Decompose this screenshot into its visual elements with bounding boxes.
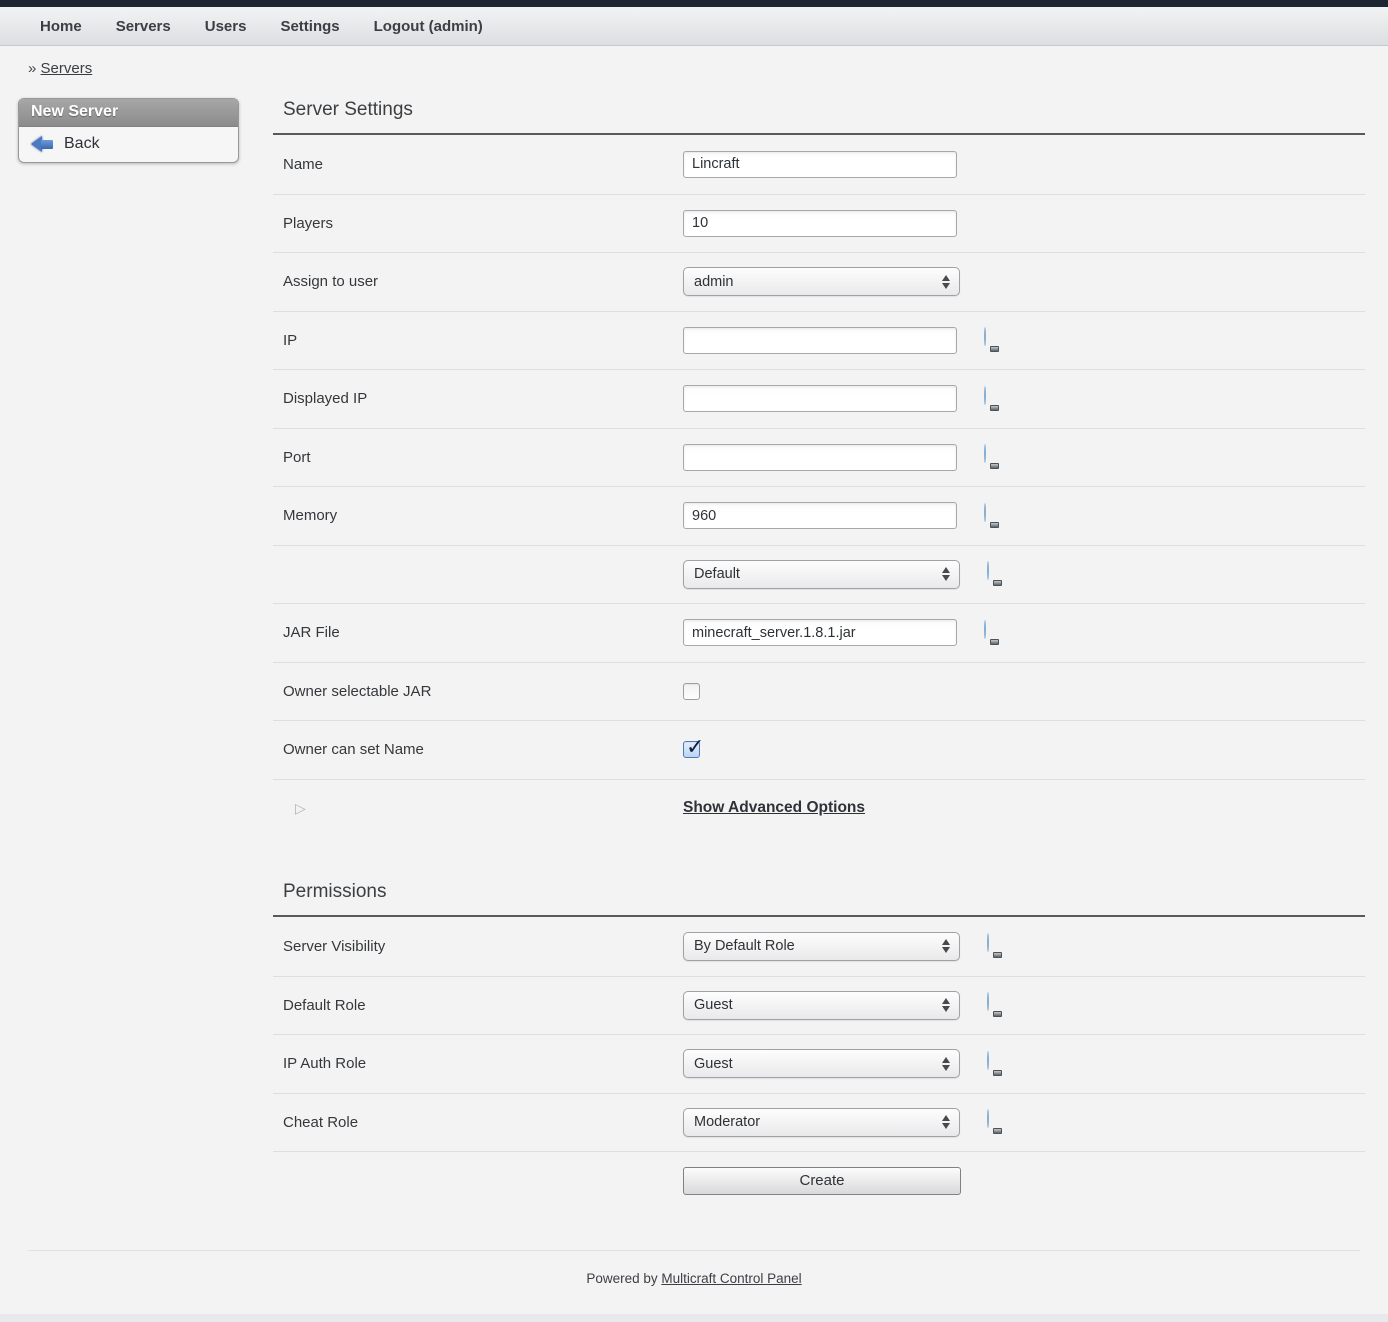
top-strip bbox=[0, 0, 1388, 7]
ip-hint-bulb-icon[interactable] bbox=[984, 328, 1005, 352]
form-row-cheat-role: Cheat Role Moderator bbox=[273, 1093, 1365, 1152]
select-arrows-icon bbox=[942, 1057, 950, 1071]
displayed-ip-input[interactable] bbox=[683, 385, 957, 412]
owner-selectable-jar-checkbox[interactable] bbox=[683, 683, 700, 700]
select-arrows-icon bbox=[942, 939, 950, 953]
form-row-default-select: Default bbox=[273, 545, 1365, 604]
ip-auth-role-select[interactable]: Guest bbox=[683, 1049, 960, 1078]
players-label: Players bbox=[273, 215, 683, 232]
panel-title: New Server bbox=[19, 99, 238, 127]
select-value: admin bbox=[694, 274, 734, 290]
new-server-panel: New Server Back bbox=[18, 98, 239, 163]
server-visibility-hint-bulb-icon[interactable] bbox=[987, 934, 1008, 958]
server-visibility-label: Server Visibility bbox=[273, 938, 683, 955]
port-hint-bulb-icon[interactable] bbox=[984, 445, 1005, 469]
cheat-role-label: Cheat Role bbox=[273, 1114, 683, 1131]
select-arrows-icon bbox=[942, 275, 950, 289]
select-value: Guest bbox=[694, 1056, 733, 1072]
form-row-name: Name bbox=[273, 135, 1365, 194]
server-visibility-select[interactable]: By Default Role bbox=[683, 932, 960, 961]
ip-auth-role-hint-bulb-icon[interactable] bbox=[987, 1052, 1008, 1076]
form-row-owner-selectable-jar: Owner selectable JAR bbox=[273, 662, 1365, 721]
bottom-strip bbox=[0, 1314, 1388, 1322]
default-select[interactable]: Default bbox=[683, 560, 960, 589]
form-row-advanced-options: ▷ Show Advanced Options bbox=[273, 779, 1365, 838]
default-role-hint-bulb-icon[interactable] bbox=[987, 993, 1008, 1017]
nav-item-home[interactable]: Home bbox=[40, 18, 82, 35]
create-button[interactable]: Create bbox=[683, 1167, 961, 1195]
select-value: Guest bbox=[694, 997, 733, 1013]
section-title-server-settings: Server Settings bbox=[273, 83, 1365, 133]
form-row-owner-can-set-name: Owner can set Name bbox=[273, 720, 1365, 779]
back-button[interactable]: Back bbox=[19, 127, 238, 162]
port-label: Port bbox=[273, 449, 683, 466]
footer-text: Powered by bbox=[586, 1271, 657, 1286]
select-arrows-icon bbox=[942, 998, 950, 1012]
port-input[interactable] bbox=[683, 444, 957, 471]
back-label: Back bbox=[64, 135, 100, 153]
disclosure-triangle-icon[interactable]: ▷ bbox=[273, 800, 683, 817]
form-row-ip-auth-role: IP Auth Role Guest bbox=[273, 1034, 1365, 1093]
breadcrumb-link-servers[interactable]: Servers bbox=[41, 60, 93, 77]
select-arrows-icon bbox=[942, 567, 950, 581]
assign-to-user-label: Assign to user bbox=[273, 273, 683, 290]
form-row-assign-to-user: Assign to user admin bbox=[273, 252, 1365, 311]
jar-file-label: JAR File bbox=[273, 624, 683, 641]
default-role-select[interactable]: Guest bbox=[683, 991, 960, 1020]
default-role-label: Default Role bbox=[273, 997, 683, 1014]
form-row-ip: IP bbox=[273, 311, 1365, 370]
breadcrumb: » Servers bbox=[0, 46, 1388, 77]
owner-selectable-jar-label: Owner selectable JAR bbox=[273, 683, 683, 700]
breadcrumb-marker: » bbox=[28, 60, 36, 77]
form-row-port: Port bbox=[273, 428, 1365, 487]
ip-label: IP bbox=[273, 332, 683, 349]
select-value: Moderator bbox=[694, 1114, 760, 1130]
nav-item-servers[interactable]: Servers bbox=[116, 18, 171, 35]
multicraft-link[interactable]: Multicraft Control Panel bbox=[661, 1271, 801, 1286]
displayed-ip-hint-bulb-icon[interactable] bbox=[984, 387, 1005, 411]
form-row-default-role: Default Role Guest bbox=[273, 976, 1365, 1035]
default-hint-bulb-icon[interactable] bbox=[987, 562, 1008, 586]
form-row-jar-file: JAR File bbox=[273, 603, 1365, 662]
form-row-players: Players bbox=[273, 194, 1365, 253]
server-form: Server Settings Name Players Assign to u… bbox=[273, 83, 1365, 1210]
memory-hint-bulb-icon[interactable] bbox=[984, 504, 1005, 528]
form-row-server-visibility: Server Visibility By Default Role bbox=[273, 917, 1365, 976]
owner-can-set-name-label: Owner can set Name bbox=[273, 741, 683, 758]
owner-can-set-name-checkbox[interactable] bbox=[683, 741, 700, 758]
displayed-ip-label: Displayed IP bbox=[273, 390, 683, 407]
nav-item-logout[interactable]: Logout (admin) bbox=[374, 18, 483, 35]
page-footer: Powered by Multicraft Control Panel bbox=[28, 1250, 1360, 1286]
memory-input[interactable] bbox=[683, 502, 957, 529]
assign-to-user-select[interactable]: admin bbox=[683, 267, 960, 296]
show-advanced-options-link[interactable]: Show Advanced Options bbox=[683, 799, 865, 817]
nav-item-users[interactable]: Users bbox=[205, 18, 247, 35]
select-arrows-icon bbox=[942, 1115, 950, 1129]
ip-auth-role-label: IP Auth Role bbox=[273, 1055, 683, 1072]
form-row-create: Create bbox=[273, 1151, 1365, 1210]
ip-input[interactable] bbox=[683, 327, 957, 354]
name-label: Name bbox=[273, 156, 683, 173]
form-row-displayed-ip: Displayed IP bbox=[273, 369, 1365, 428]
form-row-memory: Memory bbox=[273, 486, 1365, 545]
name-input[interactable] bbox=[683, 151, 957, 178]
section-title-permissions: Permissions bbox=[273, 837, 1365, 915]
jar-file-hint-bulb-icon[interactable] bbox=[984, 621, 1005, 645]
select-value: By Default Role bbox=[694, 938, 795, 954]
select-value: Default bbox=[694, 566, 740, 582]
cheat-role-select[interactable]: Moderator bbox=[683, 1108, 960, 1137]
back-arrow-icon bbox=[31, 136, 54, 153]
cheat-role-hint-bulb-icon[interactable] bbox=[987, 1110, 1008, 1134]
players-input[interactable] bbox=[683, 210, 957, 237]
jar-file-input[interactable] bbox=[683, 619, 957, 646]
main-nav: Home Servers Users Settings Logout (admi… bbox=[0, 7, 1388, 46]
memory-label: Memory bbox=[273, 507, 683, 524]
nav-item-settings[interactable]: Settings bbox=[280, 18, 339, 35]
